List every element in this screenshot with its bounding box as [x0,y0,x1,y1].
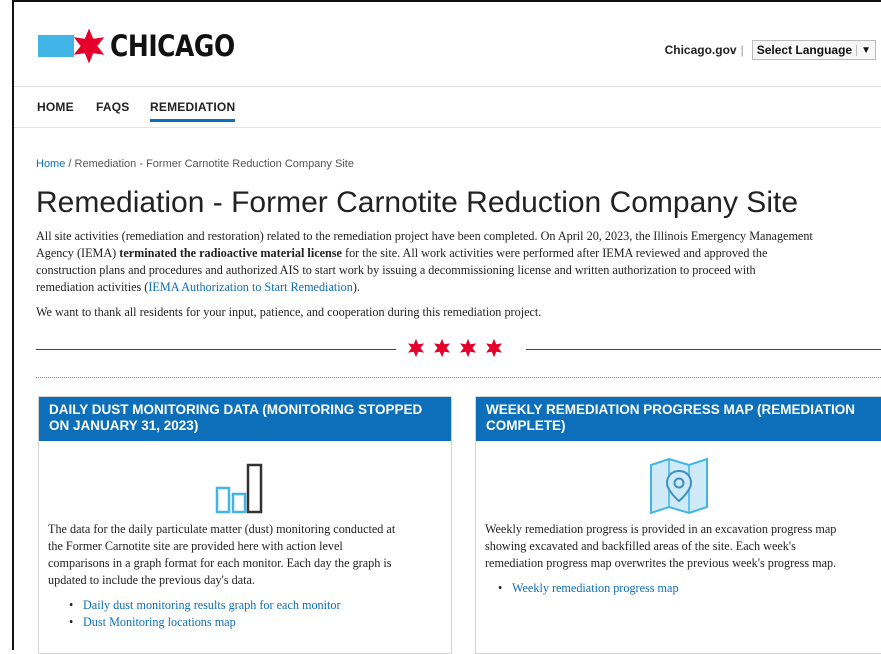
iema-authorization-link[interactable]: IEMA Authorization to Start Remediation [148,280,352,294]
progress-map-links: Weekly remediation progress map [494,580,836,597]
dotted-divider [36,377,881,378]
map-pin-icon [650,457,708,515]
dust-locations-map-link[interactable]: Dust Monitoring locations map [83,615,236,629]
red-star-icon [486,338,502,358]
intro-line-2-start: Agency (IEMA) [36,246,120,260]
thanks-paragraph: We want to thank all residents for your … [36,305,542,319]
nav-item-faqs[interactable]: FAQS [96,100,129,114]
breadcrumb-current: Remediation - Former Carnotite Reduction… [74,158,354,170]
progress-map-description: Weekly remediation progress is provided … [485,521,836,572]
description-line: the Former Carnotite site are provided h… [48,539,343,553]
chevron-down-icon: ▼ [856,44,875,56]
list-item: Dust Monitoring locations map [65,614,395,631]
description-line: updated to include the previous day's da… [48,573,255,587]
star-divider [406,337,504,359]
dust-monitoring-description: The data for the daily particulate matte… [48,521,395,589]
language-select-label: Select Language [756,43,853,57]
weekly-progress-map-link[interactable]: Weekly remediation progress map [512,581,679,595]
intro-line-3: construction plans and procedures and au… [36,263,756,277]
bar-chart-icon [215,463,263,514]
nav-item-home[interactable]: HOME [37,100,74,114]
progress-map-card: WEEKLY REMEDIATION PROGRESS MAP (REMEDIA… [475,396,881,654]
nav-item-remediation[interactable]: REMEDIATION [150,100,236,122]
red-star-icon [408,338,424,358]
license-terminated-text: terminated the radioactive material lice… [119,246,342,260]
progress-map-card-body: Weekly remediation progress is provided … [485,521,836,597]
divider-line-left [36,349,396,350]
dust-monitoring-card-body: The data for the daily particulate matte… [48,521,395,631]
intro-line-4-start: remediation activities ( [36,280,149,294]
red-star-icon [434,338,450,358]
main-nav: HOME FAQS REMEDIATION [14,87,881,128]
dust-results-graph-link[interactable]: Daily dust monitoring results graph for … [83,598,341,612]
dust-monitoring-links: Daily dust monitoring results graph for … [65,597,395,631]
description-line: Weekly remediation progress is provided … [485,522,837,536]
chicago-logo[interactable]: CHICAGO [38,27,255,65]
list-item: Weekly remediation progress map [494,580,836,597]
breadcrumb: Home / Remediation - Former Carnotite Re… [36,158,354,170]
intro-line-2-end: for the site. All work activities were p… [341,246,768,260]
language-select[interactable]: Select Language ▼ [751,40,876,60]
divider-line-right [526,349,881,350]
site-header: CHICAGO Chicago.gov | Select Language ▼ [14,2,881,87]
card-title-line: COMPLETE) [486,418,566,433]
red-star-icon [73,28,105,64]
breadcrumb-home-link[interactable]: Home [36,158,65,170]
card-title-line: DAILY DUST MONITORING DATA (MONITORING S… [49,402,423,417]
card-title-line: ON JANUARY 31, 2023) [49,418,199,433]
header-utilities: Chicago.gov | Select Language ▼ [665,40,876,60]
description-line: The data for the daily particulate matte… [48,522,396,536]
description-line: showing excavated and backfilled areas o… [485,539,796,553]
intro-paragraph: All site activities (remediation and res… [36,228,881,296]
logo-flag-bar [38,35,74,57]
chicago-gov-link[interactable]: Chicago.gov [665,43,737,57]
description-line: remediation progress map overwrites the … [485,556,837,570]
dust-monitoring-card-title: DAILY DUST MONITORING DATA (MONITORING S… [39,397,451,441]
intro-line-1: All site activities (remediation and res… [36,229,813,243]
breadcrumb-separator: / [68,158,72,170]
dust-monitoring-card: DAILY DUST MONITORING DATA (MONITORING S… [38,396,452,654]
description-line: comparisons in a graph format for each m… [48,556,392,570]
page-title: Remediation - Former Carnotite Reduction… [36,186,798,219]
card-title-line: WEEKLY REMEDIATION PROGRESS MAP (REMEDIA… [486,402,856,417]
progress-map-card-title: WEEKLY REMEDIATION PROGRESS MAP (REMEDIA… [476,397,881,441]
intro-line-4-end: ). [352,280,360,294]
red-star-icon [460,338,476,358]
header-separator: | [740,43,744,57]
list-item: Daily dust monitoring results graph for … [65,597,395,614]
logo-text: CHICAGO [110,29,235,63]
